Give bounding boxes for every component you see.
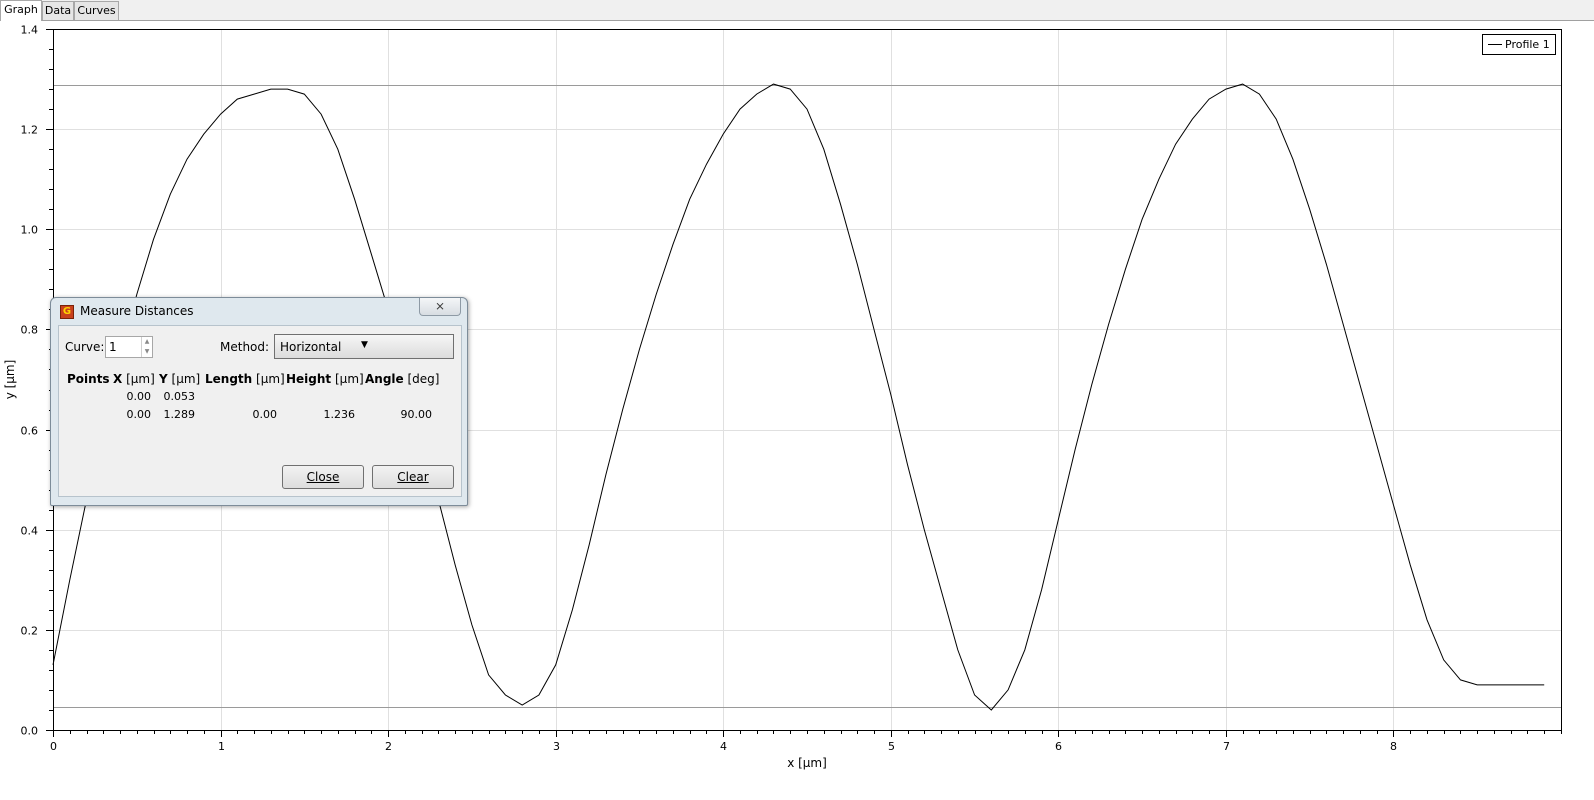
dialog-body: Curve: 1 ▲ ▼ Method: Horizontal ▼ Points … bbox=[58, 325, 462, 497]
y-tick-label: 0.0 bbox=[21, 725, 39, 738]
clear-button[interactable]: Clear bbox=[372, 465, 454, 489]
measure-distances-dialog: G Measure Distances ⨯ Curve: 1 ▲ ▼ Method… bbox=[50, 297, 468, 506]
method-dropdown[interactable]: Horizontal ▼ bbox=[274, 334, 454, 359]
y-tick-label: 1.0 bbox=[21, 224, 39, 237]
x-tick-label: 6 bbox=[1055, 740, 1062, 753]
x-tick-label: 3 bbox=[553, 740, 560, 753]
y-tick-label: 0.4 bbox=[21, 525, 39, 538]
x-tick-label: 1 bbox=[218, 740, 225, 753]
window-close-button[interactable]: ⨯ bbox=[419, 298, 461, 316]
y-axis-label: y [µm] bbox=[3, 360, 17, 400]
header-angle: Angle [deg] bbox=[365, 372, 440, 386]
row2-y: 1.289 bbox=[163, 408, 196, 421]
spin-arrows-icon[interactable]: ▲ ▼ bbox=[141, 337, 152, 357]
y-tick-label: 0.8 bbox=[21, 324, 39, 337]
view-tab-bar: Graph Data Curves bbox=[0, 0, 1594, 21]
x-tick-label: 2 bbox=[385, 740, 392, 753]
curve-spinbox[interactable]: 1 ▲ ▼ bbox=[105, 336, 153, 358]
x-axis-label: x [µm] bbox=[787, 756, 827, 770]
row2-length: 0.00 bbox=[252, 408, 278, 421]
header-points: Points bbox=[67, 372, 110, 386]
header-x: X [µm] bbox=[113, 372, 155, 386]
header-length: Length [µm] bbox=[205, 372, 285, 386]
legend: Profile 1 bbox=[1482, 34, 1556, 55]
row2-height: 1.236 bbox=[323, 408, 356, 421]
legend-line-swatch bbox=[1488, 44, 1502, 45]
row2-x: 0.00 bbox=[126, 408, 152, 421]
row2-angle: 90.00 bbox=[400, 408, 433, 421]
tab-graph[interactable]: Graph bbox=[0, 0, 42, 21]
app-logo-icon: G bbox=[60, 305, 74, 319]
tab-curves[interactable]: Curves bbox=[74, 1, 119, 20]
x-tick-label: 8 bbox=[1390, 740, 1397, 753]
header-y: Y [µm] bbox=[159, 372, 201, 386]
y-tick-label: 1.2 bbox=[21, 124, 39, 137]
x-tick-label: 0 bbox=[50, 740, 57, 753]
method-label: Method: bbox=[220, 340, 270, 354]
row1-x: 0.00 bbox=[126, 390, 152, 403]
x-tick-label: 5 bbox=[888, 740, 895, 753]
header-height: Height [µm] bbox=[286, 372, 364, 386]
row1-y: 0.053 bbox=[163, 390, 196, 403]
y-tick-label: 0.6 bbox=[21, 425, 39, 438]
curve-label: Curve: bbox=[65, 340, 105, 354]
x-tick-label: 7 bbox=[1223, 740, 1230, 753]
curve-spinbox-value: 1 bbox=[109, 340, 117, 354]
y-tick-label: 1.4 bbox=[21, 24, 39, 37]
y-tick-label: 0.2 bbox=[21, 625, 39, 638]
x-tick-label: 4 bbox=[720, 740, 727, 753]
dialog-title: Measure Distances bbox=[80, 304, 194, 318]
legend-label: Profile 1 bbox=[1505, 38, 1550, 51]
chevron-down-icon: ▼ bbox=[361, 340, 368, 350]
dialog-titlebar[interactable]: G Measure Distances ⨯ bbox=[51, 298, 467, 324]
method-dropdown-value: Horizontal bbox=[280, 340, 342, 354]
close-button[interactable]: Close bbox=[282, 465, 364, 489]
tab-data[interactable]: Data bbox=[42, 1, 74, 20]
